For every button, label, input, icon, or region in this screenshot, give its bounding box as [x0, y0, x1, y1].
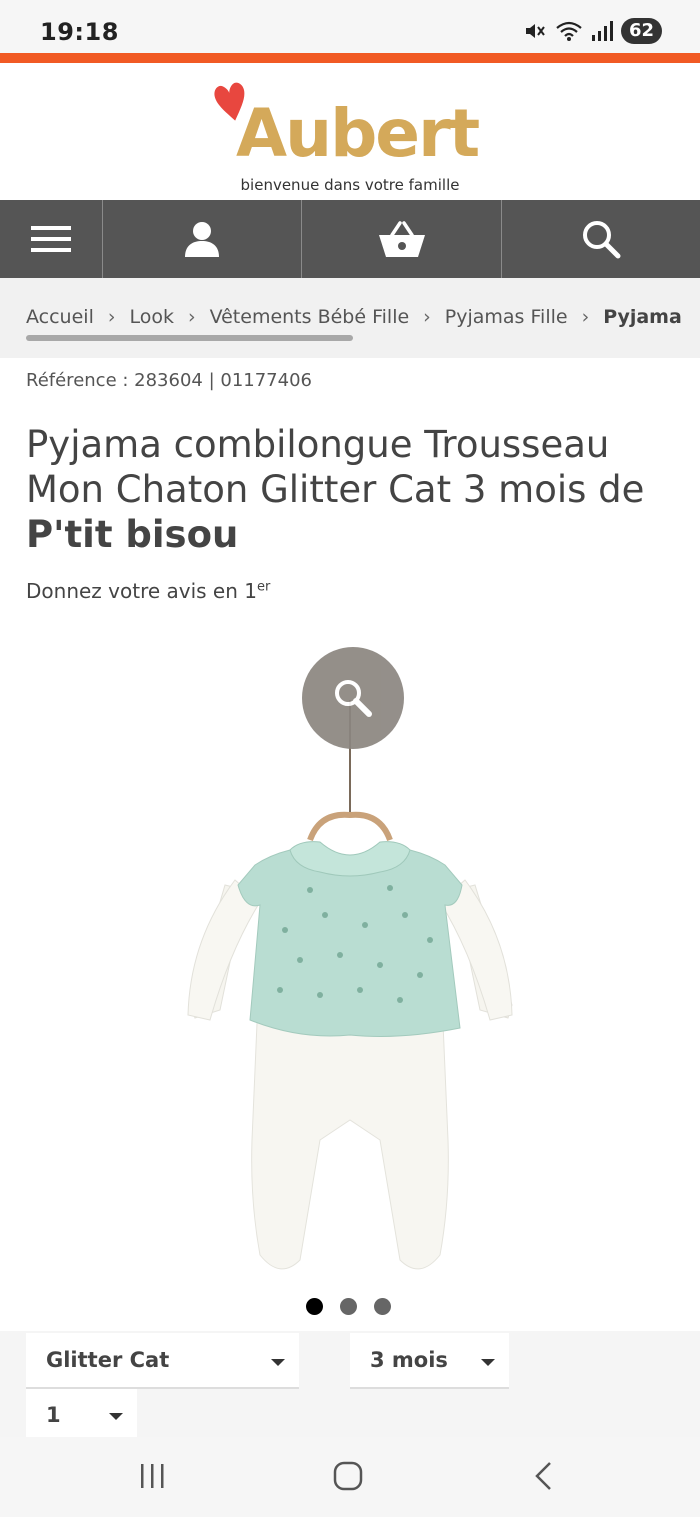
color-select-value: Glitter Cat [46, 1348, 170, 1372]
breadcrumb-scrollbar[interactable] [26, 335, 353, 341]
chevron-down-icon [481, 1359, 495, 1366]
product-title: Pyjama combilongue Trousseau Mon Chaton … [26, 422, 676, 557]
breadcrumb-current: Pyjama [603, 306, 682, 328]
menu-button[interactable] [0, 200, 103, 278]
site-header: Aubert bienvenue dans votre famille [0, 63, 700, 200]
back-icon[interactable] [532, 1461, 556, 1491]
status-icons: 62 [523, 18, 662, 44]
main-nav [0, 200, 700, 278]
breadcrumb-separator: › [423, 306, 431, 328]
size-select[interactable]: 3 mois [350, 1333, 509, 1389]
breadcrumb-item-accueil[interactable]: Accueil [26, 306, 94, 328]
breadcrumb-separator: › [107, 306, 116, 328]
carousel-dots [306, 1298, 391, 1315]
review-link-sup: er [257, 579, 271, 595]
breadcrumb-separator: › [581, 306, 590, 328]
status-time: 19:18 [40, 18, 119, 46]
review-link-text: Donnez votre avis en 1 [26, 579, 257, 603]
mute-icon [525, 24, 545, 38]
search-icon [583, 221, 621, 259]
size-select-value: 3 mois [370, 1348, 448, 1372]
carousel-dot-3[interactable] [374, 1298, 391, 1315]
product-reference: Référence : 283604 | 01177406 [26, 370, 312, 391]
search-button[interactable] [502, 200, 700, 278]
quantity-select[interactable]: 1 [26, 1389, 137, 1441]
carousel-dot-1[interactable] [306, 1298, 323, 1315]
signal-icon [591, 21, 613, 41]
quantity-select-value: 1 [46, 1403, 61, 1427]
zoom-button[interactable] [302, 647, 404, 749]
home-icon[interactable] [333, 1461, 363, 1491]
breadcrumb: Accueil › Look › Vêtements Bébé Fille › Pyjama… [0, 278, 700, 358]
breadcrumb-item-pyjamas-fille[interactable]: Pyjamas Fille [445, 306, 568, 328]
review-link[interactable]: Donnez votre avis en 1er [26, 579, 270, 603]
basket-button[interactable] [302, 200, 502, 278]
tagline: bienvenue dans votre famille [240, 176, 460, 194]
breadcrumb-item-vetements-bebe-fille[interactable]: Vêtements Bébé Fille [210, 306, 410, 328]
product-brand[interactable]: P'tit bisou [26, 513, 238, 556]
logo[interactable]: Aubert [210, 81, 500, 191]
breadcrumb-separator: › [187, 306, 196, 328]
basket-icon [378, 221, 425, 257]
hanger [307, 811, 393, 842]
status-bar: 19:18 62 [0, 0, 700, 54]
system-nav-bar [0, 1437, 700, 1517]
recent-apps-icon[interactable] [138, 1461, 168, 1491]
account-button[interactable] [103, 200, 302, 278]
chevron-down-icon [109, 1413, 123, 1420]
logo-text: Aubert [236, 95, 480, 172]
carousel-dot-2[interactable] [340, 1298, 357, 1315]
chevron-down-icon [271, 1359, 285, 1366]
wifi-icon [556, 21, 582, 41]
product-title-text: Pyjama combilongue Trousseau Mon Chaton … [26, 423, 645, 511]
magnifier-icon [335, 680, 372, 717]
breadcrumb-item-look[interactable]: Look [129, 306, 174, 328]
user-icon [185, 222, 219, 257]
color-select[interactable]: Glitter Cat [26, 1333, 299, 1389]
battery-indicator: 62 [620, 18, 662, 44]
menu-icon [31, 226, 71, 252]
accent-bar [0, 53, 700, 63]
